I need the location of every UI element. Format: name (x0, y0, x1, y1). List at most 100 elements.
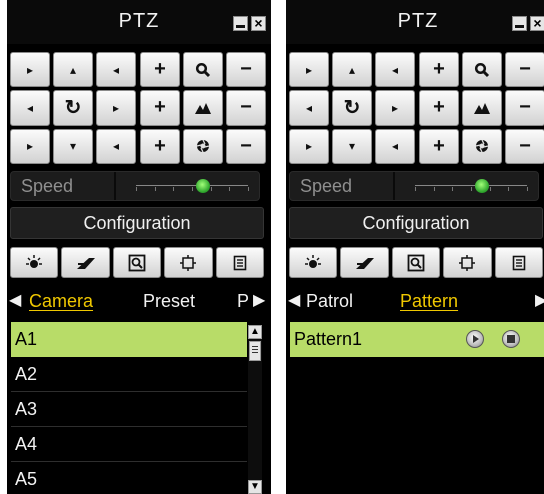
configuration-button[interactable]: Configuration (289, 207, 543, 239)
3d-zoom-button[interactable] (112, 247, 162, 278)
scroll-up-button[interactable]: ▲ (248, 325, 262, 339)
pan-right-button[interactable]: ▸ (375, 90, 415, 126)
list-item[interactable]: A4 (11, 427, 247, 462)
pan-left-button[interactable]: ◂ (289, 90, 329, 126)
pan-down-left-button[interactable]: ▸ (289, 128, 329, 164)
pattern-name: Pattern1 (294, 329, 363, 349)
iris-button (462, 128, 502, 164)
list-item[interactable]: Pattern1 (290, 322, 544, 357)
title-bar: PTZ × (7, 0, 271, 44)
tab-patrol[interactable]: Patrol (306, 291, 353, 312)
list-item[interactable]: A3 (11, 392, 247, 427)
minimize-button[interactable] (512, 16, 527, 31)
tilt-up-button[interactable]: ▴ (332, 52, 372, 88)
focus-far-button[interactable]: − (505, 90, 544, 126)
pan-down-left-button[interactable]: ▸ (10, 128, 50, 164)
iris-close-button[interactable]: − (226, 128, 266, 164)
wiper-button[interactable] (340, 247, 389, 278)
pan-up-right-button[interactable]: ◂ (375, 52, 415, 88)
menu-button[interactable] (494, 247, 544, 278)
3d-zoom-button[interactable] (391, 247, 441, 278)
iris-icon (475, 140, 489, 153)
pan-up-left-button[interactable]: ▸ (289, 52, 329, 88)
slider-tick (471, 187, 472, 191)
pan-down-right-button[interactable]: ◂ (375, 128, 415, 164)
iris-open-button[interactable]: + (419, 128, 459, 164)
speed-label: Speed (300, 176, 353, 196)
3d-zoom-icon (407, 254, 425, 271)
tilt-up-button[interactable]: ▴ (53, 52, 93, 88)
tab-bar: ◀ Camera Preset P ▶ (7, 287, 271, 315)
function-toolbar (10, 247, 265, 278)
tab-pattern[interactable]: Pattern (400, 291, 458, 312)
tab-scroll-left-button[interactable]: ◀ (9, 290, 21, 310)
slider-tick (527, 187, 528, 191)
tab-scroll-left-button[interactable]: ◀ (288, 290, 300, 310)
pan-left-button[interactable]: ◂ (10, 90, 50, 126)
zoom-out-button[interactable]: − (226, 52, 266, 88)
iris-close-button[interactable]: − (505, 128, 544, 164)
slider-tick (210, 187, 212, 191)
play-icon[interactable] (466, 330, 484, 348)
tab-scroll-right-button[interactable]: ▶ (253, 290, 265, 310)
title-bar: PTZ × (286, 0, 544, 44)
minimize-button[interactable] (233, 16, 248, 31)
menu-button[interactable] (215, 247, 265, 278)
pan-up-right-button[interactable]: ◂ (96, 52, 136, 88)
center-button[interactable] (443, 247, 492, 278)
auto-scan-button[interactable]: ↻ (332, 90, 372, 126)
speed-slider-track[interactable] (415, 185, 527, 186)
speed-slider-track[interactable] (136, 185, 248, 186)
tab-preset[interactable]: Preset (143, 291, 195, 312)
wiper-icon (355, 257, 374, 269)
pan-down-right-button[interactable]: ◂ (96, 128, 136, 164)
slider-tick (154, 187, 156, 191)
slider-tick (192, 187, 193, 191)
divider (114, 172, 116, 200)
tab-scroll-right-button[interactable]: ▶ (535, 290, 544, 310)
zoom-out-button[interactable]: − (505, 52, 544, 88)
speed-control: Speed (10, 171, 260, 201)
tab-patrol-truncated[interactable]: P (237, 291, 249, 312)
focus-far-button[interactable]: − (226, 90, 266, 126)
configuration-button[interactable]: Configuration (10, 207, 264, 239)
scroll-down-button[interactable]: ▼ (248, 480, 262, 494)
3d-zoom-icon (128, 254, 146, 271)
divider (393, 172, 395, 200)
speed-slider-knob[interactable] (196, 179, 211, 193)
list-item[interactable]: A5 (11, 462, 247, 494)
pan-up-left-button[interactable]: ▸ (10, 52, 50, 88)
zoom-icon (195, 62, 211, 77)
light-icon (305, 254, 322, 268)
slider-tick (248, 187, 249, 191)
speed-slider-knob[interactable] (475, 179, 490, 193)
center-button[interactable] (164, 247, 213, 278)
wiper-button[interactable] (61, 247, 110, 278)
focus-near-button[interactable]: + (140, 90, 180, 126)
zoom-button (183, 52, 223, 88)
stop-icon[interactable] (502, 330, 520, 348)
zoom-in-button[interactable]: + (419, 52, 459, 88)
light-button[interactable] (289, 247, 338, 278)
menu-icon (512, 255, 526, 270)
camera-list: A1 A2 A3 A4 A5 (11, 322, 247, 494)
list-item[interactable]: A1 (11, 322, 247, 357)
pattern-list: Pattern1 (290, 322, 544, 357)
tab-camera[interactable]: Camera (29, 291, 93, 312)
list-item[interactable]: A2 (11, 357, 247, 392)
close-button[interactable]: × (530, 16, 544, 31)
tilt-down-button[interactable]: ▾ (53, 128, 93, 164)
light-button[interactable] (10, 247, 59, 278)
focus-near-button[interactable]: + (419, 90, 459, 126)
close-button[interactable]: × (251, 16, 266, 31)
list-scrollbar[interactable]: ▲ ▼ (248, 325, 262, 494)
scroll-thumb[interactable] (249, 341, 261, 361)
auto-scan-button[interactable]: ↻ (53, 90, 93, 126)
zoom-in-button[interactable]: + (140, 52, 180, 88)
iris-open-button[interactable]: + (140, 128, 180, 164)
tilt-down-button[interactable]: ▾ (332, 128, 372, 164)
light-icon (26, 254, 43, 268)
pan-right-button[interactable]: ▸ (96, 90, 136, 126)
slider-tick (173, 187, 175, 191)
tab-bar: ◀ Patrol Pattern ▶ (286, 287, 544, 315)
